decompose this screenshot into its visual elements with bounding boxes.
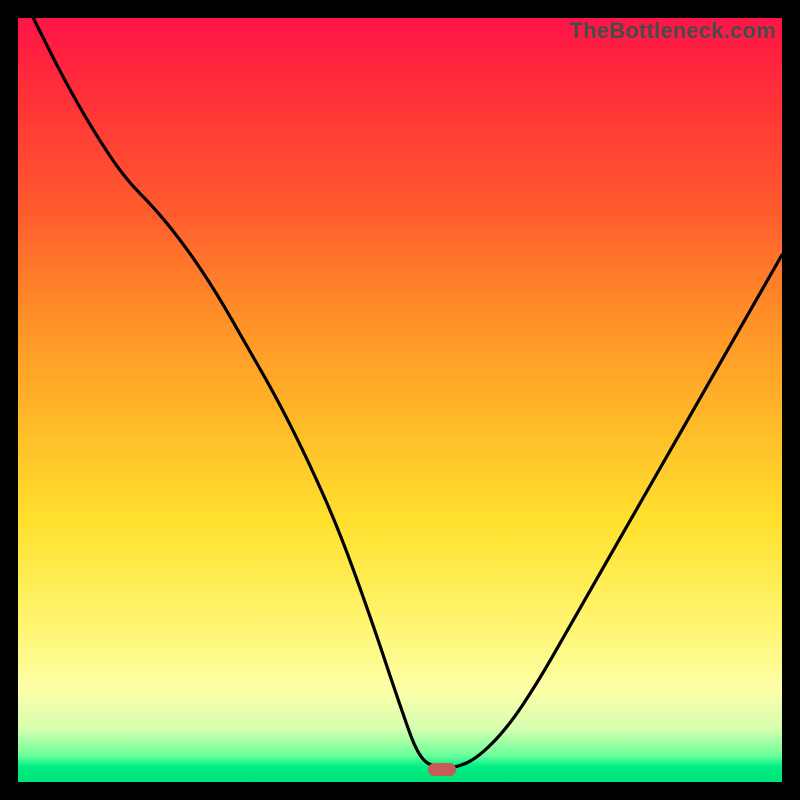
bottleneck-curve bbox=[18, 18, 782, 782]
optimal-marker bbox=[428, 763, 456, 776]
chart-frame: TheBottleneck.com bbox=[0, 0, 800, 800]
plot-area: TheBottleneck.com bbox=[18, 18, 782, 782]
curve-path bbox=[33, 18, 782, 768]
